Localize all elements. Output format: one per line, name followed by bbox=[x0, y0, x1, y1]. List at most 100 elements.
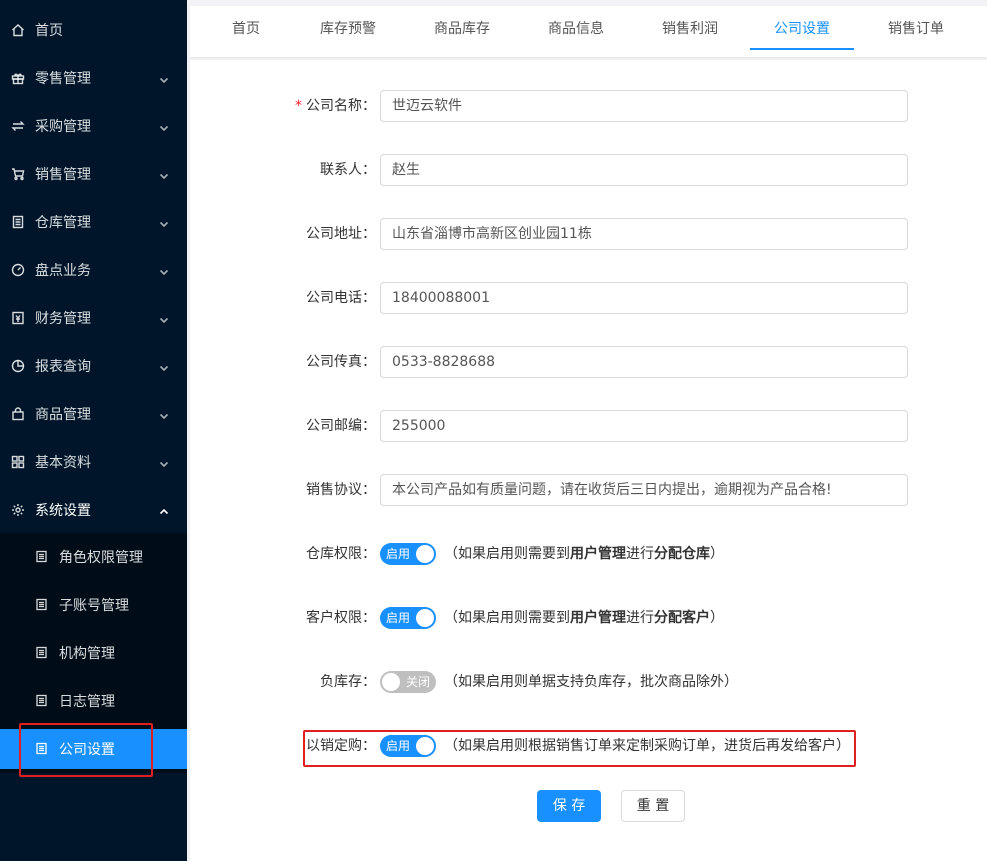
switch-knob bbox=[382, 673, 400, 691]
contact-input[interactable]: 赵生 bbox=[380, 154, 908, 186]
phone-input[interactable]: 18400088001 bbox=[380, 282, 908, 314]
sidebar-item-label: 基本资料 bbox=[35, 455, 91, 471]
chevron-down-icon bbox=[159, 121, 169, 132]
chevron-down-icon bbox=[159, 217, 169, 228]
form-row-negative-stock: 负库存： 关闭 （如果启用则单据支持负库存，批次商品除外） bbox=[190, 666, 987, 698]
warehouse-permission-label: 仓库权限： bbox=[306, 546, 376, 562]
sidebar-item-label: 商品管理 bbox=[35, 407, 91, 423]
customer-permission-switch[interactable]: 启用 bbox=[380, 607, 436, 629]
finance-icon bbox=[11, 311, 25, 325]
sidebar-item-label: 报表查询 bbox=[35, 359, 91, 375]
sidebar-item-finance[interactable]: 财务管理 bbox=[0, 294, 187, 342]
sidebar-item-warehouse[interactable]: 仓库管理 bbox=[0, 198, 187, 246]
sale-to-purchase-switch[interactable]: 启用 bbox=[380, 735, 436, 757]
sidebar-subitem-logs[interactable]: 日志管理 bbox=[0, 681, 187, 721]
form-row-contact: 联系人： 赵生 bbox=[190, 154, 987, 186]
sale-to-purchase-label: 以销定购： bbox=[306, 738, 376, 754]
grid-icon bbox=[11, 455, 25, 469]
negative-stock-label: 负库存： bbox=[320, 674, 376, 690]
save-button[interactable]: 保 存 bbox=[537, 790, 601, 822]
tab-product-info[interactable]: 商品信息 bbox=[540, 6, 612, 50]
customer-permission-label: 客户权限： bbox=[306, 610, 376, 626]
tab-sales-profit[interactable]: 销售利润 bbox=[654, 6, 726, 50]
tab-company-settings[interactable]: 公司设置 bbox=[750, 6, 854, 50]
gear-icon bbox=[11, 503, 25, 517]
company-name-input[interactable]: 世迈云软件 bbox=[380, 90, 908, 122]
agreement-label: 销售协议： bbox=[306, 482, 376, 498]
sidebar-item-label: 仓库管理 bbox=[35, 215, 91, 231]
negative-stock-switch[interactable]: 关闭 bbox=[380, 671, 436, 693]
sidebar-subitem-organization[interactable]: 机构管理 bbox=[0, 633, 187, 673]
gauge-icon bbox=[11, 263, 25, 277]
sidebar-item-retail[interactable]: 零售管理 bbox=[0, 54, 187, 102]
doc-icon bbox=[35, 598, 49, 612]
form-row-agreement: 销售协议： 本公司产品如有质量问题，请在收货后三日内提出，逾期视为产品合格! bbox=[190, 474, 987, 506]
warehouse-icon bbox=[11, 215, 25, 229]
pie-chart-icon bbox=[11, 359, 25, 373]
doc-icon bbox=[35, 550, 49, 564]
sidebar-subitem-company-settings[interactable]: 公司设置 bbox=[0, 729, 187, 769]
address-label: 公司地址： bbox=[306, 226, 376, 242]
fax-label: 公司传真： bbox=[306, 354, 376, 370]
form-row-address: 公司地址： 山东省淄博市高新区创业园11栋 bbox=[190, 218, 987, 250]
postcode-label: 公司邮编： bbox=[306, 418, 376, 434]
sidebar-item-sales[interactable]: 销售管理 bbox=[0, 150, 187, 198]
submenu-system-settings: 角色权限管理 子账号管理 机构管理 日志管理 公司设置 bbox=[0, 533, 187, 773]
sidebar-item-purchase[interactable]: 采购管理 bbox=[0, 102, 187, 150]
sidebar-subitem-label: 角色权限管理 bbox=[59, 550, 143, 566]
sidebar-item-inventory[interactable]: 盘点业务 bbox=[0, 246, 187, 294]
bag-icon bbox=[11, 407, 25, 421]
tab-home[interactable]: 首页 bbox=[222, 6, 270, 50]
doc-icon bbox=[35, 646, 49, 660]
chevron-down-icon bbox=[159, 265, 169, 276]
switch-text: 关闭 bbox=[405, 675, 430, 689]
warehouse-permission-hint: （如果启用则需要到用户管理进行分配仓库） bbox=[444, 546, 724, 562]
gift-icon bbox=[11, 71, 25, 85]
postcode-input[interactable]: 255000 bbox=[380, 410, 908, 442]
sidebar-subitem-label: 机构管理 bbox=[59, 646, 115, 662]
form-row-warehouse-permission: 仓库权限： 启用 （如果启用则需要到用户管理进行分配仓库） bbox=[190, 538, 987, 570]
sidebar-item-label: 首页 bbox=[35, 23, 63, 39]
switch-knob bbox=[416, 545, 434, 563]
doc-icon bbox=[35, 694, 49, 708]
chevron-down-icon bbox=[159, 73, 169, 84]
customer-permission-hint: （如果启用则需要到用户管理进行分配客户） bbox=[444, 610, 724, 626]
form-row-company-name: * 公司名称： 世迈云软件 bbox=[190, 90, 987, 122]
sidebar-item-home[interactable]: 首页 bbox=[0, 6, 187, 54]
sidebar-item-reports[interactable]: 报表查询 bbox=[0, 342, 187, 390]
fax-input[interactable]: 0533-8828688 bbox=[380, 346, 908, 378]
agreement-input[interactable]: 本公司产品如有质量问题，请在收货后三日内提出，逾期视为产品合格! bbox=[380, 474, 908, 506]
chevron-down-icon bbox=[159, 169, 169, 180]
form-row-fax: 公司传真： 0533-8828688 bbox=[190, 346, 987, 378]
negative-stock-hint: （如果启用则单据支持负库存，批次商品除外） bbox=[444, 674, 738, 690]
sidebar-subitem-label: 子账号管理 bbox=[59, 598, 129, 614]
sidebar-subitem-sub-accounts[interactable]: 子账号管理 bbox=[0, 585, 187, 625]
swap-icon bbox=[11, 119, 25, 133]
switch-knob bbox=[416, 737, 434, 755]
tab-bar: 首页 库存预警 商品库存 商品信息 销售利润 公司设置 销售订单 bbox=[190, 6, 987, 58]
chevron-down-icon bbox=[159, 409, 169, 420]
tab-stock-warning[interactable]: 库存预警 bbox=[312, 6, 384, 50]
sidebar-subitem-label: 日志管理 bbox=[59, 694, 115, 710]
address-input[interactable]: 山东省淄博市高新区创业园11栋 bbox=[380, 218, 908, 250]
sidebar-item-system-settings[interactable]: 系统设置 bbox=[0, 486, 187, 534]
switch-knob bbox=[416, 609, 434, 627]
sidebar-subitem-role-permissions[interactable]: 角色权限管理 bbox=[0, 537, 187, 577]
warehouse-permission-switch[interactable]: 启用 bbox=[380, 543, 436, 565]
sidebar-subitem-label: 公司设置 bbox=[59, 742, 115, 758]
sidebar-item-label: 采购管理 bbox=[35, 119, 91, 135]
phone-label: 公司电话： bbox=[306, 290, 376, 306]
form-row-postcode: 公司邮编： 255000 bbox=[190, 410, 987, 442]
contact-label: 联系人： bbox=[320, 162, 376, 178]
tab-sales-orders[interactable]: 销售订单 bbox=[880, 6, 952, 50]
form-row-customer-permission: 客户权限： 启用 （如果启用则需要到用户管理进行分配客户） bbox=[190, 602, 987, 634]
sidebar-item-label: 零售管理 bbox=[35, 71, 91, 87]
chevron-down-icon bbox=[159, 361, 169, 372]
reset-button[interactable]: 重 置 bbox=[621, 790, 685, 822]
required-mark: * bbox=[295, 98, 302, 114]
switch-text: 启用 bbox=[386, 739, 411, 753]
sidebar-item-products[interactable]: 商品管理 bbox=[0, 390, 187, 438]
tab-product-stock[interactable]: 商品库存 bbox=[426, 6, 498, 50]
form-row-phone: 公司电话： 18400088001 bbox=[190, 282, 987, 314]
sidebar-item-basic-data[interactable]: 基本资料 bbox=[0, 438, 187, 486]
